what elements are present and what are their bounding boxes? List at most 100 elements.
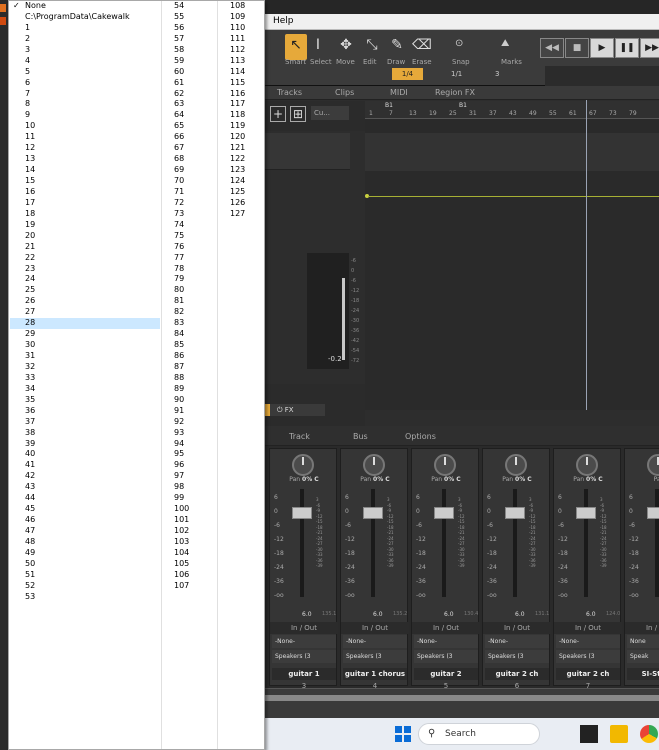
list-item[interactable]: 1 [10, 23, 160, 34]
list-item[interactable]: 27 [10, 307, 160, 318]
pan-knob[interactable] [292, 454, 314, 476]
edit-tool-button[interactable]: ⤡ [361, 34, 383, 60]
list-item[interactable]: 123 [222, 165, 294, 176]
list-item[interactable]: 6 [10, 78, 160, 89]
list-item[interactable]: 26 [10, 296, 160, 307]
pan-knob[interactable] [505, 454, 527, 476]
list-item[interactable]: 7 [10, 89, 160, 100]
list-item[interactable]: 105 [166, 559, 238, 570]
list-item[interactable]: 126 [222, 198, 294, 209]
output-select[interactable]: Speakers (3 [485, 650, 549, 663]
list-item[interactable]: 40 [10, 449, 160, 460]
list-item[interactable]: 79 [166, 274, 238, 285]
list-item[interactable]: 15 [10, 176, 160, 187]
list-item[interactable]: 80 [166, 285, 238, 296]
list-item[interactable]: 93 [166, 428, 238, 439]
volume-fader-handle[interactable] [647, 507, 659, 519]
list-item[interactable]: 94 [166, 439, 238, 450]
track-name[interactable]: SI-String [627, 668, 659, 680]
volume-value[interactable]: 6.0 [444, 611, 454, 618]
volume-fader-track[interactable] [655, 489, 659, 597]
move-tool-button[interactable]: ✥ [335, 34, 357, 60]
list-item[interactable]: 8 [10, 99, 160, 110]
volume-fader-handle[interactable] [434, 507, 454, 519]
list-item[interactable]: 36 [10, 406, 160, 417]
automation-line[interactable] [368, 196, 659, 197]
volume-fader-track[interactable] [584, 489, 588, 597]
snap-value[interactable]: 1/4 [392, 68, 423, 80]
track-name[interactable]: guitar 2 ch [556, 668, 620, 680]
list-item[interactable]: 95 [166, 449, 238, 460]
volume-value[interactable]: 6.0 [515, 611, 525, 618]
tab-options[interactable]: Options [405, 432, 436, 441]
list-item[interactable]: 99 [166, 493, 238, 504]
list-item[interactable]: 13 [10, 154, 160, 165]
list-item[interactable]: 3 [10, 45, 160, 56]
output-select[interactable]: Speakers (3 [272, 650, 336, 663]
marks-icon[interactable]: ⛰ [501, 38, 509, 49]
list-item[interactable]: 10 [10, 121, 160, 132]
input-select[interactable]: -None- [272, 635, 336, 648]
list-item[interactable]: 88 [166, 373, 238, 384]
list-item[interactable]: 125 [222, 187, 294, 198]
play-button[interactable]: ▶ [590, 38, 614, 58]
list-item[interactable]: 20 [10, 231, 160, 242]
track-name[interactable]: guitar 1 [272, 668, 336, 680]
volume-fader-track[interactable] [300, 489, 304, 597]
list-item[interactable]: 81 [166, 296, 238, 307]
list-item[interactable]: 101 [166, 515, 238, 526]
list-item[interactable]: 89 [166, 384, 238, 395]
list-item[interactable]: 43 [10, 482, 160, 493]
pan-knob[interactable] [434, 454, 456, 476]
list-item[interactable]: 33 [10, 373, 160, 384]
list-item[interactable]: 53 [10, 592, 160, 603]
input-select[interactable]: -None- [414, 635, 478, 648]
list-item[interactable]: 117 [222, 99, 294, 110]
list-item[interactable]: 25 [10, 285, 160, 296]
chrome-icon[interactable] [640, 725, 658, 743]
tab-clips[interactable]: Clips [335, 88, 354, 97]
list-item[interactable]: 47 [10, 526, 160, 537]
list-item[interactable]: 29 [10, 329, 160, 340]
playhead[interactable] [586, 100, 587, 410]
list-item[interactable]: 28 [10, 318, 160, 330]
list-item[interactable]: 109 [222, 12, 294, 23]
taskbar-search[interactable]: ⚲ Search [418, 723, 540, 745]
list-item[interactable]: 4 [10, 56, 160, 67]
list-item[interactable]: 12 [10, 143, 160, 154]
output-select[interactable]: Speakers (3 [414, 650, 478, 663]
list-item[interactable]: 11 [10, 132, 160, 143]
list-item[interactable]: 16 [10, 187, 160, 198]
select-tool-button[interactable]: I [307, 34, 329, 60]
position-slider[interactable] [545, 66, 659, 86]
list-item[interactable]: 75 [166, 231, 238, 242]
list-item[interactable]: 19 [10, 220, 160, 231]
erase-tool-button[interactable]: ⌫ [411, 34, 433, 60]
list-item[interactable]: 85 [166, 340, 238, 351]
tab-bus[interactable]: Bus [353, 432, 368, 441]
list-item[interactable]: 30 [10, 340, 160, 351]
list-item[interactable]: 121 [222, 143, 294, 154]
list-item[interactable]: 18 [10, 209, 160, 220]
stop-button[interactable]: ■ [565, 38, 589, 58]
list-item[interactable]: 114 [222, 67, 294, 78]
list-item[interactable]: 39 [10, 439, 160, 450]
list-item[interactable]: 42 [10, 471, 160, 482]
custom-view-dropdown[interactable]: Cu... [311, 106, 349, 120]
pause-button[interactable]: ❚❚ [615, 38, 639, 58]
clips-area[interactable] [365, 119, 659, 410]
snap-count[interactable]: 3 [495, 70, 499, 78]
input-select[interactable]: -None- [485, 635, 549, 648]
fast-forward-button[interactable]: ▶▶ [640, 38, 659, 58]
list-item[interactable]: 106 [166, 570, 238, 581]
tab-midi[interactable]: MIDI [390, 88, 408, 97]
list-item[interactable]: 87 [166, 362, 238, 373]
list-item[interactable]: 111 [222, 34, 294, 45]
list-item[interactable]: 77 [166, 253, 238, 264]
track-lane[interactable] [365, 133, 659, 171]
volume-fader-handle[interactable] [576, 507, 596, 519]
list-item[interactable]: 34 [10, 384, 160, 395]
list-item[interactable]: 50 [10, 559, 160, 570]
rewind-button[interactable]: ◀◀ [540, 38, 564, 58]
marker-flag-1[interactable]: B1 [385, 102, 393, 109]
